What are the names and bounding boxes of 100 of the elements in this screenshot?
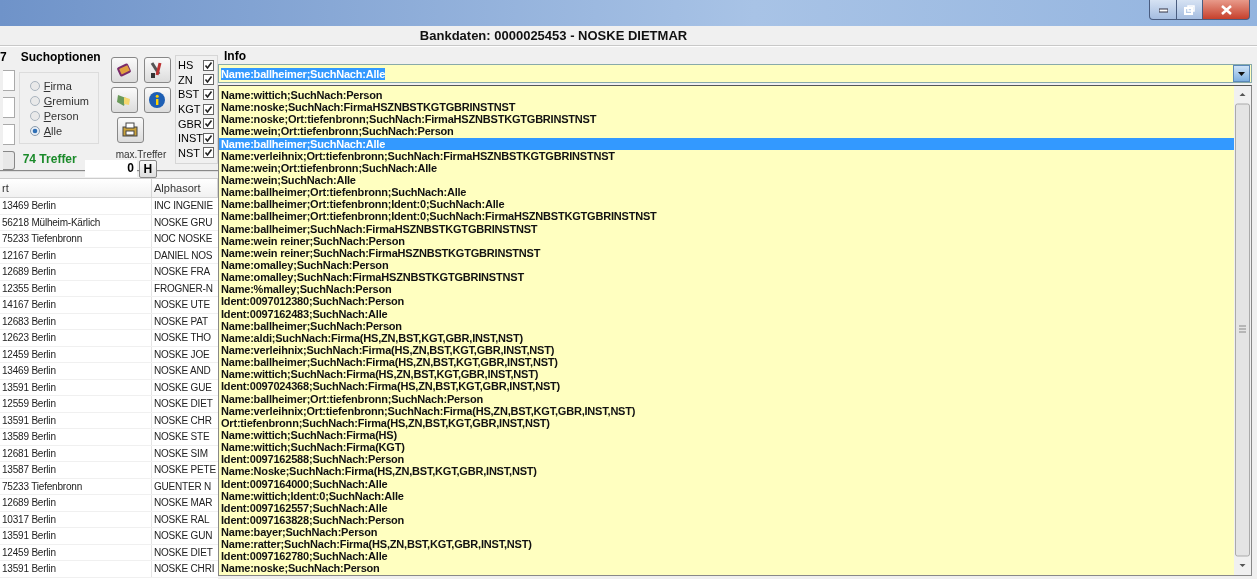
- checkbox-label: NST: [177, 146, 200, 159]
- checkbox[interactable]: [203, 59, 214, 71]
- dropdown-item[interactable]: Name:omalley;SuchNach:FirmaHSZNBSTKGTGBRINSTNST: [219, 271, 1234, 284]
- dropdown-item[interactable]: Name:wein;SuchNach:Alle: [219, 174, 1234, 187]
- dropdown-item[interactable]: Name:aldi;SuchNach:Firma(HS,ZN,BST,KGT,GBR,INST,NST): [219, 331, 1234, 344]
- max-hits-field[interactable]: 0: [84, 160, 137, 177]
- dropdown-button[interactable]: [1233, 65, 1250, 82]
- table-cell: 12459 Berlin: [0, 544, 152, 560]
- table-cell: 13591 Berlin: [0, 528, 152, 544]
- input-field[interactable]: [2, 70, 15, 91]
- checkbox[interactable]: [203, 147, 214, 159]
- radio-label[interactable]: Firma: [43, 79, 72, 92]
- dropdown-item[interactable]: Name:wittich;SuchNach:Firma(HS,ZN,BST,KGT,GBR,INST,NST): [219, 368, 1234, 381]
- toolbar-button[interactable]: [110, 57, 138, 83]
- dropdown-item[interactable]: Ident:0097164000;SuchNach:Alle: [219, 477, 1234, 490]
- close-button[interactable]: [1202, 0, 1250, 20]
- table-cell-text: NOSKE STE: [153, 430, 211, 444]
- table-cell-text: NOSKE GUE: [153, 380, 213, 395]
- table-cell: 13469 Berlin: [0, 198, 152, 214]
- table-cell: 13469 Berlin: [0, 363, 152, 379]
- table-cell: 12689 Berlin: [0, 264, 152, 280]
- dropdown-item[interactable]: Ident:0097012380;SuchNach:Person: [219, 295, 1234, 308]
- dropdown-item[interactable]: Name:noske;Ort:tiefenbronn;SuchNach:FirmaHSZNBSTKGTGBRINSTNST: [219, 113, 1234, 126]
- table-cell-text: NOSKE CHR: [153, 413, 213, 428]
- radio-label[interactable]: Alle: [43, 124, 63, 137]
- window-title: Bankdaten: 0000025453 - NOSKE DIETMAR: [419, 28, 688, 43]
- checkbox-label: KGT: [177, 103, 201, 116]
- checkbox[interactable]: [203, 118, 214, 130]
- dropdown-item[interactable]: Ident:0097162557;SuchNach:Alle: [219, 501, 1234, 514]
- checkbox[interactable]: [203, 89, 214, 100]
- radio-button[interactable]: [29, 95, 40, 106]
- table-cell: 75233 Tiefenbronn: [0, 231, 152, 247]
- table-cell: 12559 Berlin: [0, 396, 152, 412]
- table-cell: 10317 Berlin: [0, 511, 152, 527]
- table-cell: 12683 Berlin: [0, 313, 152, 329]
- table-cell-text: NOSKE FRA: [153, 265, 211, 279]
- dropdown-item[interactable]: Name:wittich;Ident:0;SuchNach:Alle: [219, 489, 1234, 502]
- radio-button[interactable]: [29, 110, 40, 121]
- dropdown-item[interactable]: Name:ballheimer;SuchNach:Person: [219, 319, 1234, 332]
- section-label: Info: [223, 50, 247, 63]
- dropdown-item[interactable]: Ort:tiefenbronn;SuchNach:Firma(HS,ZN,BST,KGT,GBR,INST,NST): [219, 416, 1234, 429]
- dropdown-item[interactable]: Name:wein;Ort:tiefenbronn;SuchNach:Alle: [219, 161, 1234, 174]
- dropdown-item[interactable]: Name:wittich;SuchNach:Firma(KGT): [219, 441, 1234, 454]
- dropdown-item[interactable]: Name:noske;SuchNach:FirmaHSZNBSTKGTGBRINSTNST: [219, 101, 1234, 114]
- restore-button[interactable]: [1177, 0, 1202, 20]
- table-cell-text: NOSKE JOE: [153, 347, 211, 362]
- table-cell-text: NOSKE MAR: [153, 496, 214, 510]
- dropdown-item[interactable]: Ident:0097163828;SuchNach:Person: [219, 513, 1234, 527]
- input-field[interactable]: [2, 123, 15, 145]
- printer-icon: [121, 121, 140, 139]
- table-cell-text: GUENTER N: [153, 479, 213, 494]
- radio-label[interactable]: Gremium: [43, 94, 89, 107]
- toolbar-button[interactable]: [143, 87, 171, 113]
- dropdown-item[interactable]: Name:wittich;SuchNach:Person: [219, 89, 1234, 102]
- dropdown-item[interactable]: Ident:0097162483;SuchNach:Alle: [219, 307, 1234, 320]
- dropdown-item[interactable]: Name:bayer;SuchNach:Person: [219, 526, 1234, 539]
- dropdown-item[interactable]: Ident:0097024368;SuchNach:Firma(HS,ZN,BST,KGT,GBR,INST,NST): [219, 380, 1234, 393]
- scrollbar[interactable]: [1234, 86, 1251, 575]
- input-field[interactable]: [2, 96, 15, 118]
- dropdown-item[interactable]: Name:wein reiner;SuchNach:Person: [219, 234, 1234, 247]
- dropdown-item[interactable]: Name:wein reiner;SuchNach:FirmaHSZNBSTKGTGBRINSTNST: [219, 246, 1234, 259]
- button[interactable]: [2, 150, 15, 170]
- dropdown-item[interactable]: Name:ballheimer;SuchNach:Firma(HS,ZN,BST,KGT,GBR,INST,NST): [219, 356, 1234, 369]
- table-cell: 75233 Tiefenbronn: [0, 478, 152, 494]
- dropdown-item[interactable]: Name:verleihnix;Ort:tiefenbronn;SuchNach:Firma(HS,ZN,BST,KGT,GBR,INST,NST): [219, 404, 1234, 417]
- dropdown-item[interactable]: Name:ratter;SuchNach:Firma(HS,ZN,BST,KGT,GBR,INST,NST): [219, 538, 1234, 551]
- radio-button[interactable]: [29, 80, 40, 91]
- dropdown-item[interactable]: Name:noske;SuchNach:Person: [219, 562, 1234, 575]
- minimize-button[interactable]: [1149, 0, 1177, 20]
- dropdown-item[interactable]: Name:omalley;SuchNach:Person: [219, 258, 1234, 272]
- table-cell-text: NOSKE PETE: [153, 463, 217, 477]
- dropdown-item[interactable]: Name:%malley;SuchNach:Person: [219, 283, 1234, 296]
- dropdown-item[interactable]: Name:ballheimer;Ort:tiefenbronn;SuchNach:Alle: [219, 186, 1234, 199]
- dropdown-item[interactable]: Name:ballheimer;Ort:tiefenbronn;Ident:0;SuchNach:FirmaHSZNBSTKGTGBRINSTNST: [219, 210, 1234, 223]
- checkbox[interactable]: [203, 103, 214, 115]
- dropdown-item[interactable]: Name:wittich;SuchNach:Firma(HS): [219, 428, 1234, 442]
- radio-button[interactable]: [29, 125, 40, 136]
- dropdown-item[interactable]: Name:ballheimer;Ort:tiefenbronn;Ident:0;SuchNach:Alle: [219, 198, 1234, 211]
- toolbar-button[interactable]: [143, 57, 171, 83]
- checkbox[interactable]: [203, 74, 214, 86]
- dropdown-item[interactable]: Name:verleihnix;SuchNach:Firma(HS,ZN,BST,KGT,GBR,INST,NST): [219, 343, 1234, 357]
- group-title: Suchoptionen: [19, 50, 102, 64]
- checkbox-label: ZN: [177, 73, 193, 86]
- radio-label[interactable]: Person: [43, 109, 79, 122]
- table-cell: 12459 Berlin: [0, 346, 152, 362]
- table-cell-text: NOSKE DIET: [153, 545, 214, 560]
- table-cell-text: NOSKE SIM: [153, 446, 209, 461]
- dropdown-item[interactable]: Name:ballheimer;SuchNach:FirmaHSZNBSTKGTGBRINSTNST: [219, 222, 1234, 235]
- checkbox[interactable]: [203, 132, 214, 144]
- dropdown-item[interactable]: Name:Noske;SuchNach:Firma(HS,ZN,BST,KGT,GBR,INST,NST): [219, 465, 1234, 478]
- dropdown-item[interactable]: Name:wein;Ort:tiefenbronn;SuchNach:Person: [219, 125, 1234, 138]
- dropdown-item[interactable]: Name:ballheimer;Ort:tiefenbronn;SuchNach:Person: [219, 392, 1234, 405]
- dropdown-item[interactable]: Name:verleihnix;Ort:tiefenbronn;SuchNach:FirmaHSZNBSTKGTGBRINSTNST: [219, 149, 1234, 162]
- table-cell-text: NOSKE DIET: [153, 397, 214, 411]
- dropdown-item[interactable]: Ident:0097162780;SuchNach:Alle: [219, 550, 1234, 563]
- column-header[interactable]: rt: [0, 179, 152, 197]
- minimize-icon: [1158, 6, 1168, 13]
- toolbar-button[interactable]: [116, 117, 144, 143]
- h-button[interactable]: H: [138, 160, 157, 178]
- dropdown-item[interactable]: Ident:0097162588;SuchNach:Person: [219, 453, 1234, 466]
